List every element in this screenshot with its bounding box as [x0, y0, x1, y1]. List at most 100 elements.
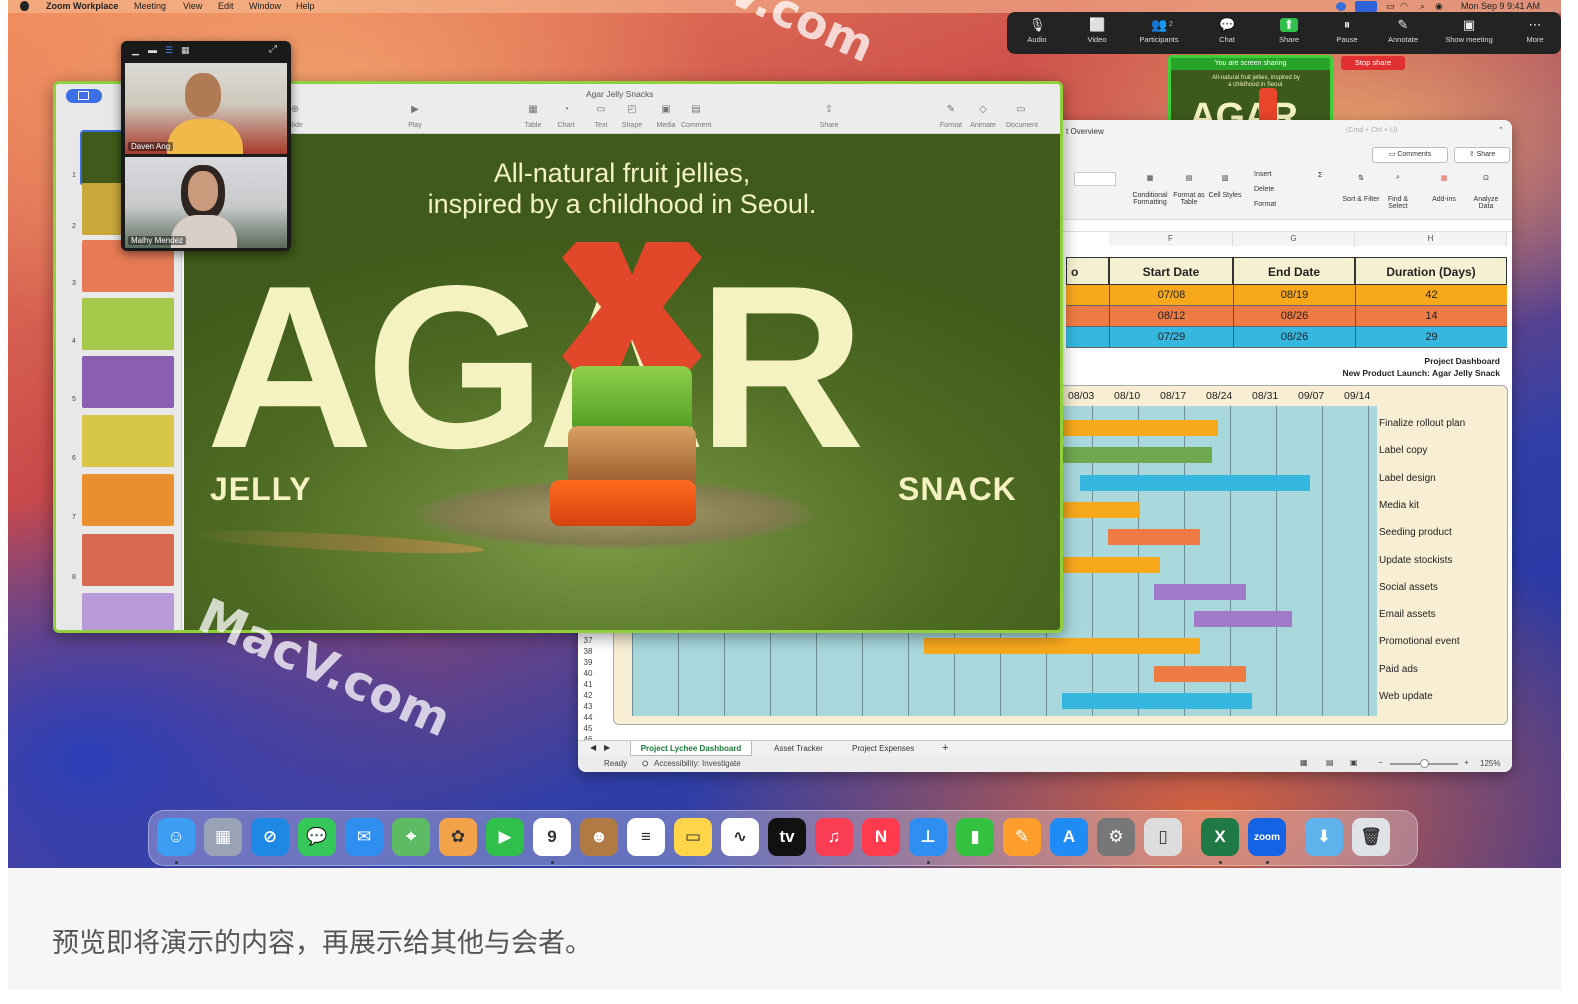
zoom-annotate-button[interactable]: ✎ Annotate — [1375, 16, 1431, 50]
sheet-prev-icon[interactable]: ◀ — [590, 743, 596, 752]
row-number[interactable]: 40 — [578, 668, 598, 679]
gallery-view-icon[interactable]: ▦ — [181, 45, 190, 56]
table-cell-start[interactable]: 07/29 — [1109, 327, 1233, 348]
keynote-media-button[interactable]: Media — [651, 122, 681, 129]
zoom-status-icon[interactable] — [1336, 2, 1346, 11]
keynote-document-button[interactable]: Document — [1006, 122, 1038, 129]
strip-view-icon[interactable]: ☰ — [165, 45, 173, 56]
zoom-chat-button[interactable]: 💬 Chat — [1199, 16, 1255, 50]
table-cell-start[interactable]: 08/12 — [1109, 306, 1233, 327]
keynote-icon[interactable]: ⊥ — [909, 818, 947, 856]
table-header-end-date[interactable]: End Date — [1233, 257, 1355, 285]
sheet-tab-project-lychee-dashboard[interactable]: Project Lychee Dashboard — [630, 741, 752, 756]
keynote-animate-icon[interactable]: ◇ — [968, 104, 998, 115]
row-number[interactable]: 43 — [578, 701, 598, 712]
row-number[interactable]: 38 — [578, 646, 598, 657]
insert-button[interactable]: Insert — [1254, 171, 1272, 178]
zoom-pause-button[interactable]: ⏸ Pause — [1319, 16, 1375, 50]
gantt-bar[interactable] — [924, 638, 1200, 655]
downloads-folder-icon[interactable]: ⬇ — [1305, 818, 1343, 856]
minimize-video-icon[interactable]: ▁ — [132, 45, 139, 56]
table-cell-end[interactable]: 08/26 — [1233, 327, 1355, 348]
column-header-f[interactable]: F — [1109, 232, 1233, 246]
row-number[interactable]: 44 — [578, 712, 598, 723]
table-header-start-date[interactable]: Start Date — [1109, 257, 1233, 285]
page-break-view-icon[interactable]: ▣ — [1350, 758, 1358, 767]
video-tile-2[interactable]: Malhy Mendez — [125, 157, 287, 248]
expand-video-icon[interactable]: ⤢ — [269, 44, 277, 55]
control-center-icon[interactable]: ◉ — [1435, 0, 1443, 12]
mail-icon[interactable]: ✉ — [345, 818, 383, 856]
stop-share-button[interactable]: Stop share — [1341, 56, 1405, 70]
cell-styles-icon[interactable]: ▧ — [1208, 174, 1242, 182]
trash-icon[interactable]: 🗑 — [1352, 818, 1390, 856]
row-number[interactable]: 37 — [578, 635, 598, 646]
news-icon[interactable]: N — [862, 818, 900, 856]
apple-tv-icon[interactable]: tv — [768, 818, 806, 856]
slide-thumbnail[interactable] — [82, 474, 174, 526]
gantt-bar[interactable] — [1194, 611, 1292, 628]
gantt-bar[interactable] — [1154, 583, 1246, 600]
gantt-bar[interactable] — [1062, 693, 1252, 709]
slide-thumbnail[interactable] — [82, 534, 174, 586]
menu-help[interactable]: Help — [296, 0, 315, 12]
keynote-format-button[interactable]: Format — [936, 122, 966, 129]
sheet-tab-project-expenses[interactable]: Project Expenses — [852, 744, 914, 753]
zoom-slider-thumb[interactable] — [1420, 759, 1429, 768]
menu-edit[interactable]: Edit — [218, 0, 234, 12]
contacts-icon[interactable]: ☻ — [580, 818, 618, 856]
sheet-next-icon[interactable]: ▶ — [604, 743, 610, 752]
screen-sharing-status-icon[interactable] — [1355, 1, 1377, 12]
comments-button[interactable]: ▭ Comments — [1372, 147, 1448, 163]
gantt-bar[interactable] — [1062, 420, 1218, 436]
keynote-shape-icon[interactable]: ◰ — [617, 104, 647, 115]
music-icon[interactable]: ♫ — [815, 818, 853, 856]
gantt-bar[interactable] — [1080, 474, 1310, 491]
gantt-bar[interactable] — [1062, 501, 1140, 518]
keynote-share-icon[interactable]: ⇪ — [814, 104, 844, 115]
formula-bar[interactable] — [1058, 220, 1512, 232]
delete-button[interactable]: Delete — [1254, 186, 1274, 193]
cell-styles-button[interactable]: Cell Styles — [1208, 192, 1242, 199]
keynote-play-button[interactable]: Play — [400, 122, 430, 129]
video-tile-1[interactable]: Daven Ang — [125, 63, 287, 154]
gantt-bar[interactable] — [1062, 556, 1160, 573]
keynote-comment-icon[interactable]: ▤ — [681, 104, 711, 115]
zoom-level[interactable]: 125% — [1480, 759, 1500, 768]
add-ins-icon[interactable]: ▦ — [1426, 174, 1462, 182]
wifi-icon[interactable]: ◠ — [1400, 0, 1408, 12]
photos-icon[interactable]: ✿ — [439, 818, 477, 856]
maps-icon[interactable]: ⌖ — [392, 818, 430, 856]
zoom-out-icon[interactable]: − — [1378, 758, 1383, 767]
keynote-document-icon[interactable]: ▭ — [1006, 104, 1036, 115]
excel-icon[interactable]: X — [1201, 818, 1239, 856]
keynote-shape-button[interactable]: Shape — [617, 122, 647, 129]
slide-thumbnail[interactable] — [82, 593, 174, 630]
zoom-share-button[interactable]: ⬆ Share — [1261, 16, 1317, 50]
messages-icon[interactable]: 💬 — [298, 818, 336, 856]
launchpad-icon[interactable]: ▦ — [204, 818, 242, 856]
table-cell-days[interactable]: 42 — [1355, 285, 1507, 306]
freeform-icon[interactable]: ∿ — [721, 818, 759, 856]
table-cell-start[interactable]: 07/08 — [1109, 285, 1233, 306]
sheet-tab-asset-tracker[interactable]: Asset Tracker — [774, 744, 823, 753]
analyze-data-button[interactable]: Analyze Data — [1466, 196, 1506, 210]
calendar-icon[interactable]: 9 — [533, 818, 571, 856]
add-ins-button[interactable]: Add-ins — [1426, 196, 1462, 203]
keynote-comment-button[interactable]: Comment — [681, 122, 711, 129]
menu-window[interactable]: Window — [249, 0, 281, 12]
keynote-format-icon[interactable]: ✎ — [936, 104, 966, 115]
settings-gear-icon[interactable]: ⚙ — [1097, 818, 1135, 856]
share-button[interactable]: ⇪ Share — [1454, 147, 1510, 163]
keynote-chart-icon[interactable]: ◔ — [551, 104, 581, 115]
keynote-table-icon[interactable]: ▦ — [518, 104, 548, 115]
search-icon[interactable]: ⌕ — [1420, 0, 1425, 12]
zoom-in-icon[interactable]: + — [1464, 758, 1469, 767]
format-button[interactable]: Format — [1254, 201, 1276, 208]
accessibility-status[interactable]: Accessibility: Investigate — [654, 759, 741, 768]
menu-meeting[interactable]: Meeting — [134, 0, 166, 12]
zoom-show-meeting-button[interactable]: ▣ Show meeting — [1441, 16, 1497, 50]
app-store-icon[interactable]: A — [1050, 818, 1088, 856]
table-cell-end[interactable]: 08/26 — [1233, 306, 1355, 327]
column-header-h[interactable]: H — [1355, 232, 1507, 246]
